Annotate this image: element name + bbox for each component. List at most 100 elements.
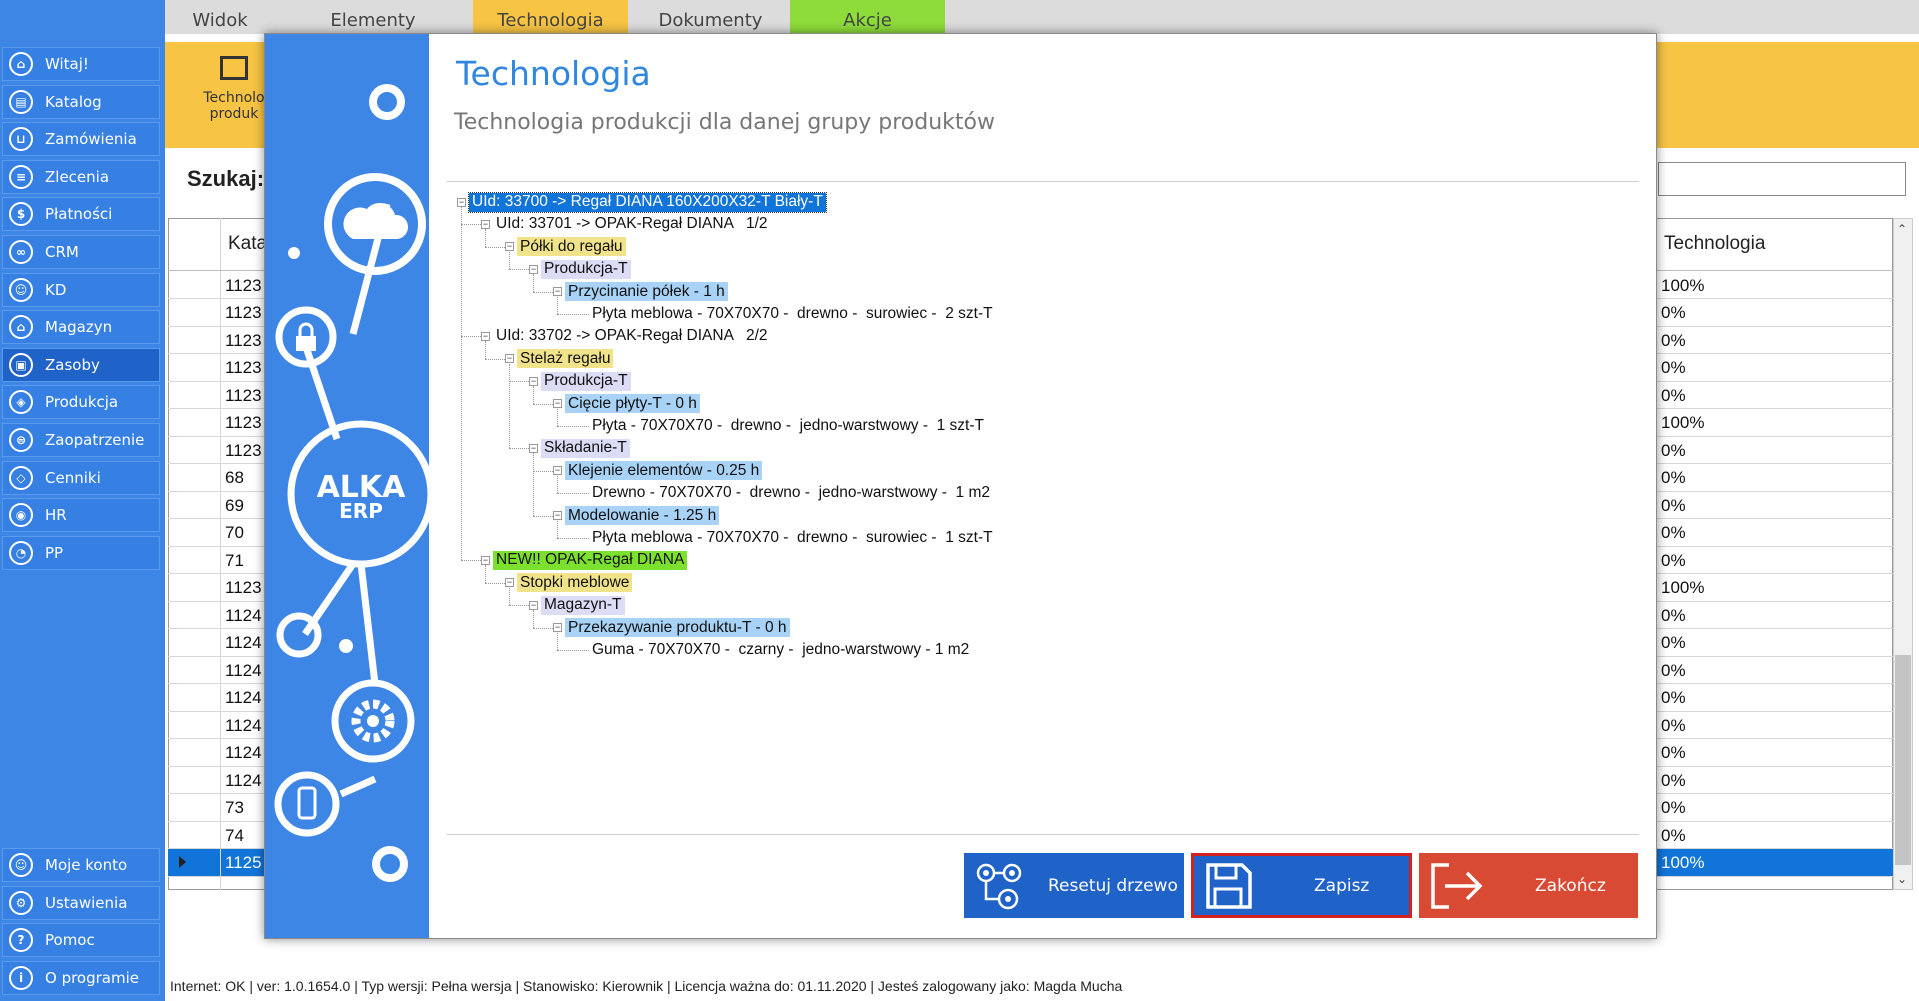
tree-node[interactable]: − UId: 33701 -> OPAK-Regał DIANA 1/2	[481, 214, 771, 234]
table-cell-technologia[interactable]: 0%	[1661, 657, 1686, 684]
table-scrollbar-thumb[interactable]	[1895, 655, 1911, 865]
sidebar-item-moje-konto[interactable]: ☺ Moje konto	[2, 848, 160, 882]
table-cell-katalog[interactable]: 1125	[225, 850, 262, 877]
collapse-icon[interactable]: −	[481, 331, 490, 341]
sidebar-item-kd[interactable]: ☺ KD	[2, 272, 160, 307]
collapse-icon[interactable]: −	[553, 466, 562, 476]
sidebar-item-zam-wienia[interactable]: ⊔ Zamówienia	[2, 122, 160, 157]
table-cell-katalog[interactable]: 1123	[225, 300, 262, 327]
collapse-icon[interactable]: −	[553, 511, 562, 521]
tree-node[interactable]: − Półki do regału	[505, 237, 626, 257]
table-cell-katalog[interactable]: 74	[225, 822, 244, 849]
tree-node[interactable]: − Magazyn-T	[529, 595, 625, 615]
table-cell-katalog[interactable]: 1123	[225, 355, 262, 382]
sidebar-item-cenniki[interactable]: ◇ Cenniki	[2, 460, 160, 495]
collapse-icon[interactable]: −	[481, 219, 490, 229]
tree-node[interactable]: Płyta - 70X70X70 - drewno - jedno-warstw…	[589, 416, 987, 436]
tree-node[interactable]: − UId: 33700 -> Regał DIANA 160X200X32-T …	[457, 191, 827, 213]
sidebar-item-pp[interactable]: ◔ PP	[2, 535, 160, 570]
tree-node[interactable]: − Przycinanie półek - 1 h	[553, 282, 728, 302]
table-cell-technologia[interactable]: 100%	[1661, 272, 1704, 299]
sidebar-item-p-atno-ci[interactable]: $ Płatności	[2, 197, 160, 232]
table-cell-technologia[interactable]: 100%	[1661, 850, 1704, 877]
sidebar-item-produkcja[interactable]: ◈ Produkcja	[2, 385, 160, 420]
tree-node[interactable]: − Modelowanie - 1.25 h	[553, 506, 720, 526]
table-cell-technologia[interactable]: 0%	[1661, 300, 1686, 327]
ribbon-technology-button[interactable]: Technolo produk	[198, 48, 270, 148]
column-header-technologia[interactable]: Technologia	[1664, 218, 1765, 270]
tree-node[interactable]: Płyta meblowa - 70X70X70 - drewno - suro…	[589, 304, 996, 324]
tree-node[interactable]: − NEW!! OPAK-Regał DIANA	[481, 550, 688, 570]
sidebar-item-magazyn[interactable]: ⌂ Magazyn	[2, 310, 160, 345]
tree-node[interactable]: Guma - 70X70X70 - czarny - jedno-warstwo…	[589, 640, 972, 660]
table-cell-katalog[interactable]: 1124	[225, 657, 262, 684]
sidebar-item-witaj-[interactable]: ⌂ Witaj!	[2, 47, 160, 81]
tree-node[interactable]: − UId: 33702 -> OPAK-Regał DIANA 2/2	[481, 326, 771, 346]
tree-node[interactable]: Drewno - 70X70X70 - drewno - jedno-warst…	[589, 483, 993, 503]
sidebar-item-o-programie[interactable]: i O programie	[2, 960, 160, 995]
technology-tree[interactable]: − UId: 33700 -> Regał DIANA 160X200X32-T …	[447, 184, 1637, 704]
table-cell-technologia[interactable]: 0%	[1661, 740, 1686, 767]
table-cell-technologia[interactable]: 0%	[1661, 602, 1686, 629]
tree-node[interactable]: − Produkcja-T	[529, 371, 631, 391]
sidebar-item-pomoc[interactable]: ? Pomoc	[2, 923, 160, 958]
search-input[interactable]	[1658, 162, 1906, 196]
collapse-icon[interactable]: −	[553, 287, 562, 297]
tab-widok[interactable]: Widok	[165, 0, 275, 34]
collapse-icon[interactable]: −	[529, 376, 538, 386]
collapse-icon[interactable]: −	[457, 197, 466, 207]
table-cell-katalog[interactable]: 73	[225, 795, 244, 822]
collapse-icon[interactable]: −	[553, 399, 562, 409]
table-cell-katalog[interactable]: 1124	[225, 740, 262, 767]
table-cell-technologia[interactable]: 0%	[1661, 822, 1686, 849]
column-header-katalog[interactable]: Kata	[228, 218, 267, 270]
table-cell-technologia[interactable]: 0%	[1661, 437, 1686, 464]
table-cell-katalog[interactable]: 69	[225, 492, 244, 519]
collapse-icon[interactable]: −	[505, 578, 514, 588]
table-cell-katalog[interactable]: 1124	[225, 685, 262, 712]
table-cell-katalog[interactable]: 1123	[225, 575, 262, 602]
save-button[interactable]: Zapisz	[1191, 853, 1412, 918]
table-cell-katalog[interactable]: 71	[225, 547, 244, 574]
collapse-icon[interactable]: −	[553, 623, 562, 633]
close-button[interactable]: Zakończ	[1419, 853, 1638, 918]
tab-elementy[interactable]: Elementy	[278, 0, 468, 34]
table-cell-katalog[interactable]: 70	[225, 520, 244, 547]
table-cell-technologia[interactable]: 0%	[1661, 492, 1686, 519]
tab-technologia[interactable]: Technologia	[473, 0, 628, 34]
reset-tree-button[interactable]: Resetuj drzewo	[964, 853, 1184, 918]
table-cell-technologia[interactable]: 0%	[1661, 685, 1686, 712]
table-cell-katalog[interactable]: 1124	[225, 767, 262, 794]
sidebar-item-katalog[interactable]: ▤ Katalog	[2, 84, 160, 119]
table-cell-technologia[interactable]: 0%	[1661, 712, 1686, 739]
tree-node[interactable]: Płyta meblowa - 70X70X70 - drewno - suro…	[589, 528, 996, 548]
table-cell-technologia[interactable]: 0%	[1661, 327, 1686, 354]
tree-node[interactable]: − Przekazywanie produktu-T - 0 h	[553, 618, 790, 638]
collapse-icon[interactable]: −	[505, 354, 514, 364]
table-cell-technologia[interactable]: 100%	[1661, 410, 1704, 437]
sidebar-item-crm[interactable]: ∞ CRM	[2, 235, 160, 269]
tree-node[interactable]: − Stopki meblowe	[505, 573, 633, 593]
table-cell-technologia[interactable]: 0%	[1661, 795, 1686, 822]
table-cell-technologia[interactable]: 0%	[1661, 465, 1686, 492]
sidebar-item-hr[interactable]: ◉ HR	[2, 498, 160, 533]
tree-node[interactable]: − Produkcja-T	[529, 259, 631, 279]
scroll-down-icon[interactable]: ⌄	[1897, 872, 1907, 886]
table-cell-katalog[interactable]: 1123	[225, 437, 262, 464]
collapse-icon[interactable]: −	[529, 264, 538, 274]
sidebar-item-zaopatrzenie[interactable]: ⊜ Zaopatrzenie	[2, 423, 160, 457]
sidebar-item-ustawienia[interactable]: ⚙ Ustawienia	[2, 885, 160, 920]
table-cell-technologia[interactable]: 0%	[1661, 355, 1686, 382]
tree-node[interactable]: − Stelaż regału	[505, 349, 614, 369]
collapse-icon[interactable]: −	[529, 600, 538, 610]
table-cell-katalog[interactable]: 1123	[225, 327, 262, 354]
sidebar-item-zasoby[interactable]: ▣ Zasoby	[2, 347, 160, 382]
sidebar-item-zlecenia[interactable]: ≡ Zlecenia	[2, 159, 160, 194]
table-cell-katalog[interactable]: 1123	[225, 410, 262, 437]
scroll-up-icon[interactable]: ⌃	[1897, 222, 1907, 236]
table-cell-technologia[interactable]: 0%	[1661, 630, 1686, 657]
collapse-icon[interactable]: −	[505, 242, 514, 252]
tree-node[interactable]: − Klejenie elementów - 0.25 h	[553, 461, 763, 481]
collapse-icon[interactable]: −	[529, 443, 538, 453]
tab-akcje[interactable]: Akcje	[790, 0, 945, 34]
